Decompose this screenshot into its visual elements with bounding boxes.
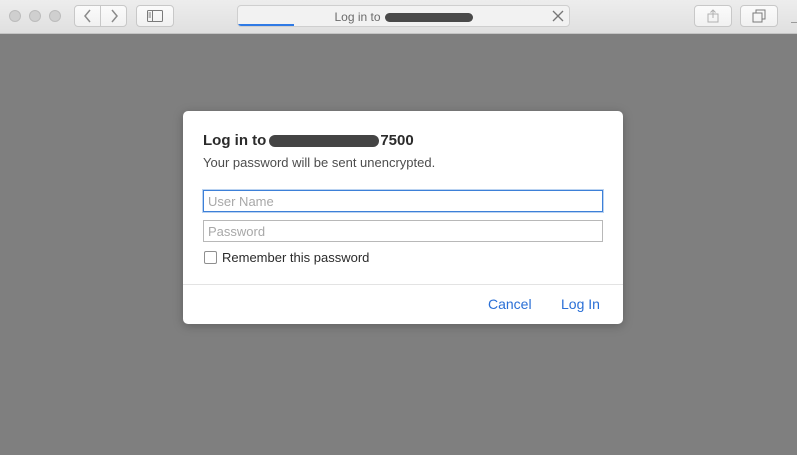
dialog-title-prefix: Log in to [203, 132, 267, 149]
cancel-button[interactable]: Cancel [488, 296, 532, 312]
close-icon[interactable] [551, 9, 565, 23]
remember-password-checkbox[interactable] [204, 251, 217, 264]
address-title-prefix: Log in to [334, 10, 381, 24]
remember-password-option[interactable]: Remember this password [204, 250, 369, 265]
minimize-window-button[interactable] [29, 10, 41, 22]
redacted-host [269, 135, 380, 148]
address-bar[interactable]: Log in to [237, 5, 570, 27]
sidebar-button[interactable] [136, 5, 174, 27]
dialog-subtitle: Your password will be sent unencrypted. [203, 155, 436, 170]
password-field[interactable] [203, 220, 603, 242]
tabs-overview-icon [752, 9, 766, 23]
login-dialog: Log in to 7500 Your password will be sent… [183, 111, 623, 324]
forward-button[interactable] [100, 5, 127, 27]
username-field[interactable] [203, 190, 603, 212]
zoom-window-button[interactable] [49, 10, 61, 22]
share-icon [707, 9, 719, 23]
address-title: Log in to [238, 10, 569, 24]
chevron-left-icon [83, 9, 91, 23]
window-edge-mark [791, 22, 797, 23]
redacted-host [384, 13, 473, 23]
chevron-right-icon [110, 9, 118, 23]
dialog-title-port: 7500 [380, 132, 414, 149]
dialog-divider [183, 284, 623, 285]
share-button[interactable] [694, 5, 732, 27]
close-window-button[interactable] [9, 10, 21, 22]
remember-password-label: Remember this password [222, 250, 370, 265]
tabs-overview-button[interactable] [740, 5, 778, 27]
page-load-progress [238, 24, 295, 26]
browser-toolbar: Log in to [0, 0, 797, 34]
login-button[interactable]: Log In [561, 296, 600, 312]
dialog-title: Log in to 7500 [203, 132, 414, 149]
back-button[interactable] [74, 5, 101, 27]
sidebar-icon [147, 10, 163, 22]
